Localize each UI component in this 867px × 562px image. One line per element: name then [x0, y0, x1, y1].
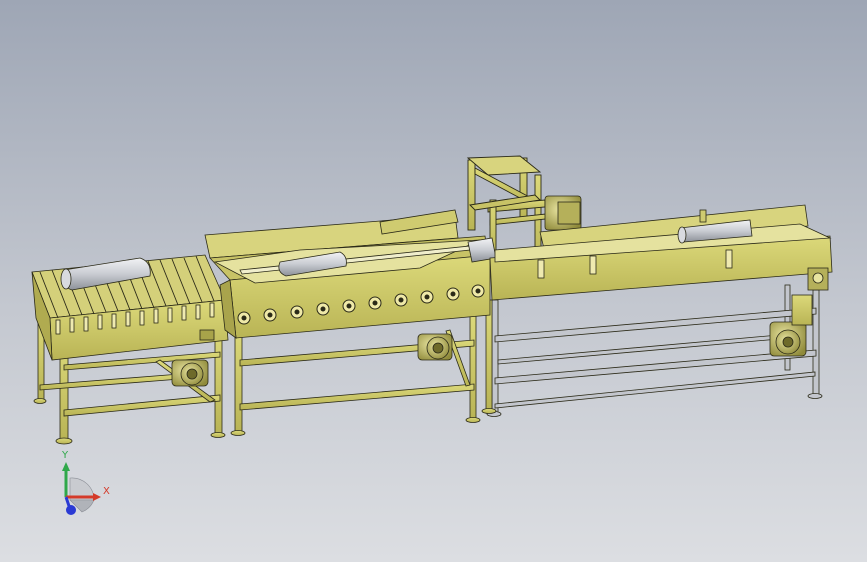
- cad-viewport[interactable]: Y X: [0, 0, 867, 562]
- x-axis-label: X: [103, 486, 110, 497]
- conveyor-assembly-model[interactable]: Y X: [0, 0, 867, 562]
- y-axis-label: Y: [61, 450, 69, 461]
- roller-drive-motor: [171, 359, 209, 387]
- middle-drive-motor: [417, 333, 453, 361]
- orientation-triad[interactable]: Y X: [61, 450, 110, 515]
- right-drive-motor: [769, 294, 813, 357]
